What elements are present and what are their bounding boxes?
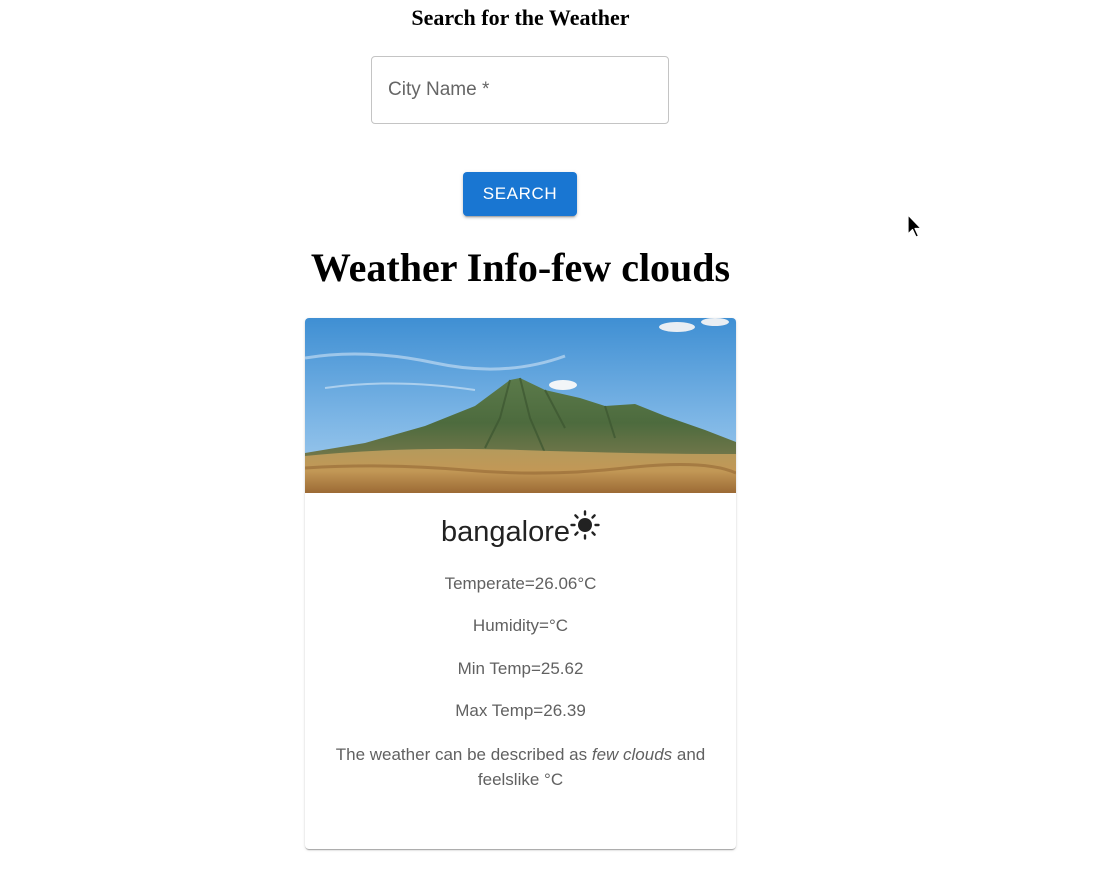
min-temp-text: Min Temp=25.62: [457, 659, 584, 678]
weather-description: The weather can be described as few clou…: [319, 742, 722, 792]
weather-card: bangalore Temperate=26.06°C Humidity=°C …: [305, 318, 736, 849]
city-name: bangalore: [441, 516, 570, 548]
search-title: Search for the Weather: [411, 5, 630, 30]
city-heading: bangalore: [305, 510, 736, 552]
description-prefix: The weather can be described as: [335, 745, 592, 764]
mouse-cursor-icon: [907, 214, 922, 238]
sun-icon: [570, 510, 600, 540]
city-name-input[interactable]: [372, 57, 668, 123]
humidity-text: Humidity=°C: [472, 616, 569, 635]
mountain-landscape-image: [305, 318, 736, 493]
weather-info-heading: Weather Info-few clouds: [310, 245, 731, 290]
temperature-text: Temperate=26.06°C: [444, 574, 597, 593]
search-button[interactable]: SEARCH: [463, 172, 577, 216]
city-name-field[interactable]: City Name *: [371, 56, 669, 124]
description-condition: few clouds: [591, 745, 673, 764]
max-temp-text: Max Temp=26.39: [455, 701, 586, 720]
